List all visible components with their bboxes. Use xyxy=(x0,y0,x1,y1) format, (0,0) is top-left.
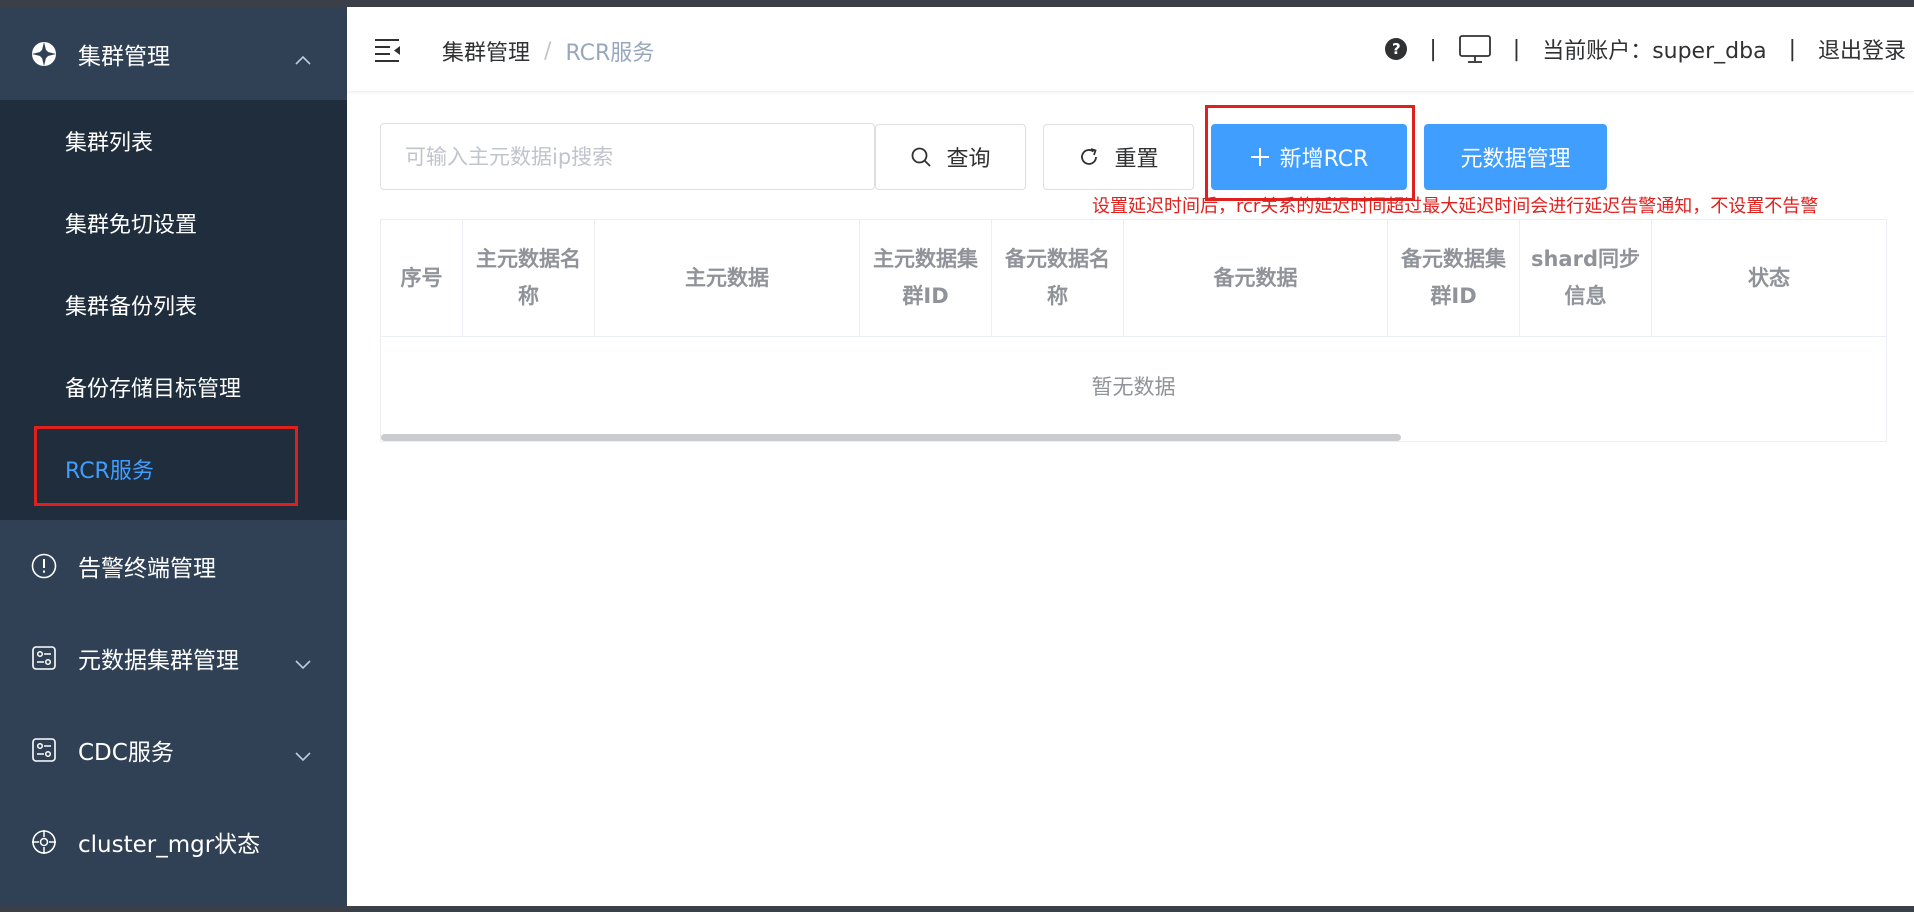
rcr-table: 序号 主元数据名称 主元数据 主元数据集群ID 备元数据名称 备元数据 备元数据… xyxy=(380,219,1887,442)
breadcrumb-parent[interactable]: 集群管理 xyxy=(442,35,530,67)
alert-icon xyxy=(30,552,58,580)
metadata-management-button-label: 元数据管理 xyxy=(1460,147,1571,172)
cdc-icon xyxy=(30,736,58,764)
column-header: 状态 xyxy=(1748,265,1790,290)
breadcrumb: 集群管理 / RCR服务 xyxy=(442,35,654,67)
query-button[interactable]: 查询 xyxy=(875,124,1026,190)
navbar-right: ? | | 当前账户：super_dba | 退出登录 xyxy=(1385,33,1906,65)
metadata-icon xyxy=(30,644,58,672)
sidebar-menu-cluster-mgr-status[interactable]: cluster_mgr状态 xyxy=(0,796,347,888)
column-header: 备元数据名称 xyxy=(992,220,1124,336)
chevron-down-icon xyxy=(295,742,311,768)
breadcrumb-current: RCR服务 xyxy=(565,41,655,66)
current-account: 当前账户：super_dba xyxy=(1542,39,1767,64)
window-top-strip xyxy=(0,0,1914,7)
column-header: 序号 xyxy=(381,220,463,336)
cluster-submenu: 集群列表 集群免切设置 集群备份列表 备份存储目标管理 RCR服务 xyxy=(0,100,347,520)
hamburger-icon[interactable] xyxy=(373,34,403,64)
status-icon xyxy=(30,828,58,856)
sidebar-menu-alert-terminal[interactable]: 告警终端管理 xyxy=(0,520,347,612)
sidebar-menu-label: 元数据集群管理 xyxy=(78,648,239,674)
column-header: shard同步信息 xyxy=(1520,220,1652,336)
table-header: 序号 主元数据名称 主元数据 主元数据集群ID 备元数据名称 备元数据 备元数据… xyxy=(381,220,1886,337)
sidebar-item-label: 集群列表 xyxy=(65,131,154,156)
search-input[interactable] xyxy=(380,123,875,190)
add-rcr-button-label: 新增RCR xyxy=(1279,147,1369,172)
sidebar-item-label: 集群免切设置 xyxy=(65,213,198,238)
navbar-divider: | xyxy=(1788,36,1796,62)
sidebar-menu-cluster-management[interactable]: 集群管理 xyxy=(0,7,347,100)
cluster-icon xyxy=(30,40,58,68)
sidebar-menu-label: 告警终端管理 xyxy=(78,556,216,582)
sidebar-item-cluster-switch-settings[interactable]: 集群免切设置 xyxy=(0,182,347,264)
window-bottom-strip xyxy=(0,906,1914,912)
column-header: 主元数据集群ID xyxy=(860,220,992,336)
column-header: 主元数据 xyxy=(595,220,860,336)
sidebar-item-backup-storage-target[interactable]: 备份存储目标管理 xyxy=(0,346,347,428)
column-header: 备元数据集群ID xyxy=(1388,220,1520,336)
sidebar-item-label: 集群备份列表 xyxy=(65,295,198,320)
sidebar-item-label: 备份存储目标管理 xyxy=(65,377,242,402)
sidebar-item-cluster-list[interactable]: 集群列表 xyxy=(0,100,347,182)
sidebar-menu-metadata-cluster[interactable]: 元数据集群管理 xyxy=(0,612,347,704)
column-header: 主元数据名称 xyxy=(463,220,595,336)
reset-button-label: 重置 xyxy=(1114,147,1159,172)
screen-icon[interactable] xyxy=(1458,35,1491,63)
plus-icon xyxy=(1250,147,1270,167)
navbar-divider: | xyxy=(1512,36,1521,62)
refresh-icon xyxy=(1078,146,1100,168)
logout-link[interactable]: 退出登录 xyxy=(1818,33,1906,65)
add-rcr-button[interactable]: 新增RCR xyxy=(1211,124,1407,190)
sidebar-item-rcr-service[interactable]: RCR服务 xyxy=(0,428,347,510)
column-header: 备元数据 xyxy=(1124,220,1388,336)
sidebar-menu-cdc-service[interactable]: CDC服务 xyxy=(0,704,347,796)
top-navbar: 集群管理 / RCR服务 ? | | 当前账户：super_dba | 退出登录 xyxy=(347,7,1914,92)
sidebar-menu-label: cluster_mgr状态 xyxy=(78,832,261,858)
breadcrumb-separator: / xyxy=(544,38,552,64)
search-icon xyxy=(910,146,932,168)
help-icon[interactable]: ? xyxy=(1385,38,1408,60)
sidebar-menu-label: CDC服务 xyxy=(78,740,174,766)
table-scrollbar[interactable] xyxy=(381,434,1401,441)
empty-text: 暂无数据 xyxy=(1091,375,1176,399)
chevron-up-icon xyxy=(295,45,311,71)
sidebar-menu-label: 集群管理 xyxy=(78,43,170,70)
query-button-label: 查询 xyxy=(946,147,991,172)
sidebar: 集群管理 集群列表 集群免切设置 集群备份列表 备份存储目标管理 RCR服务 告… xyxy=(0,7,347,906)
sidebar-item-label: RCR服务 xyxy=(65,459,154,484)
delay-hint-text: 设置延迟时间后，rcr关系的延迟时间超过最大延迟时间会进行延迟告警通知，不设置不… xyxy=(1092,196,1819,217)
chevron-down-icon xyxy=(295,650,311,676)
metadata-management-button[interactable]: 元数据管理 xyxy=(1424,124,1607,190)
sidebar-item-cluster-backup-list[interactable]: 集群备份列表 xyxy=(0,264,347,346)
navbar-divider: | xyxy=(1429,36,1437,62)
reset-button[interactable]: 重置 xyxy=(1043,124,1194,190)
